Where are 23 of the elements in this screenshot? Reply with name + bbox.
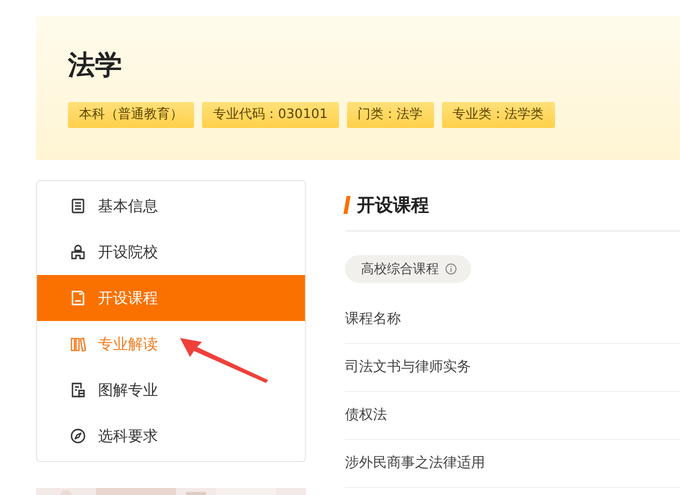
compass-icon [70, 428, 86, 444]
course-name: 债权法 [345, 392, 680, 440]
sidebar-item[interactable]: 选科要求 [37, 413, 305, 459]
accent-bar [343, 196, 351, 214]
info-tag: 专业代码：030101 [202, 102, 339, 128]
info-tag: 专业类：法学类 [442, 102, 555, 128]
book-icon [70, 290, 86, 306]
section-title: 开设课程 [357, 194, 429, 217]
info-icon [445, 263, 457, 275]
info-tag: 本科（普通教育） [68, 102, 194, 128]
course-name: 司法文书与律师实务 [345, 344, 680, 392]
sidebar-item[interactable]: 开设院校 [37, 229, 305, 275]
column-header: 课程名称 [345, 297, 680, 344]
sidebar-item[interactable]: 图解专业 [37, 367, 305, 413]
document-icon [70, 382, 86, 398]
filter-chip[interactable]: 高校综合课程 [345, 255, 471, 283]
building-icon [70, 244, 86, 260]
course-name: 涉外民商事之法律适用 [345, 440, 680, 488]
info-tag: 门类：法学 [346, 102, 434, 128]
books-icon [70, 336, 86, 352]
sidebar-item[interactable]: 基本信息 [37, 183, 305, 229]
major-title: 法学 [68, 49, 122, 83]
list-icon [70, 198, 86, 214]
